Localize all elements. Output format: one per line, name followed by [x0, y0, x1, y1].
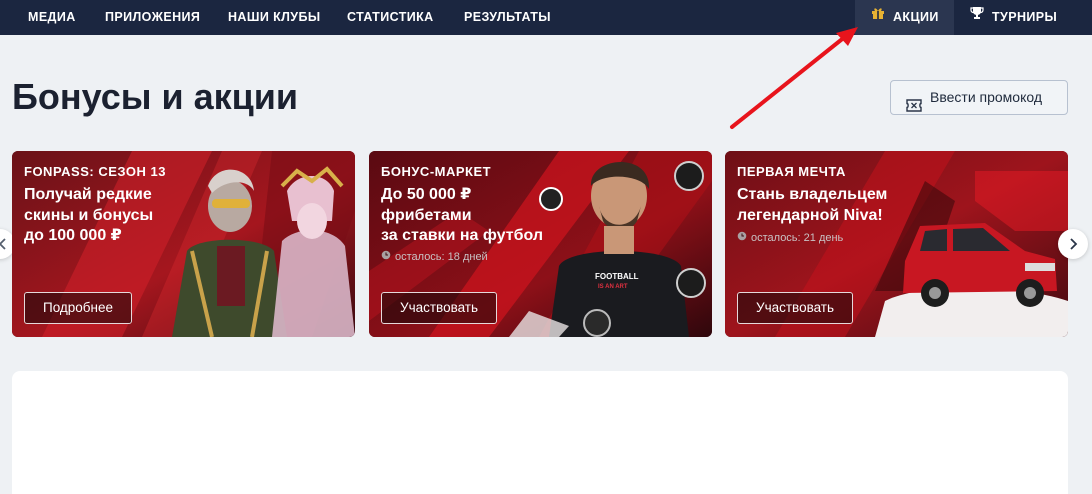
enter-promocode-button[interactable]: Ввести промокод: [890, 80, 1068, 115]
headline-line: скины и бонусы: [24, 206, 154, 224]
clock-icon: [381, 250, 391, 263]
nav-item-apps[interactable]: ПРИЛОЖЕНИЯ: [105, 0, 200, 35]
card-tag: ПЕРВАЯ МЕЧТА: [737, 164, 846, 179]
shirt-text-1: FOOTBALL: [595, 272, 639, 281]
card-headline: Стань владельцем легендарной Niva!: [737, 185, 887, 226]
gift-icon: [871, 0, 885, 34]
card-headline: До 50 000 ₽ фрибетами за ставки на футбо…: [381, 185, 543, 247]
promo-button-label: Ввести промокод: [930, 89, 1043, 105]
headline-line: фрибетами: [381, 206, 472, 224]
headline-line: легендарной Niva!: [737, 206, 883, 224]
nav-item-statistics[interactable]: СТАТИСТИКА: [347, 0, 434, 35]
card-timer: осталось: 21 день: [737, 231, 844, 244]
trophy-icon: [970, 0, 984, 34]
nav-tournaments-label: ТУРНИРЫ: [992, 10, 1058, 24]
nav-item-promotions[interactable]: АКЦИИ: [855, 0, 954, 35]
nav-item-our-clubs[interactable]: НАШИ КЛУБЫ: [228, 0, 320, 35]
card-tag: БОНУС-МАРКЕТ: [381, 164, 492, 179]
promo-card-fonpass[interactable]: FONPASS: СЕЗОН 13 Получай редкие скины и…: [12, 151, 355, 337]
promo-card-bonus-market[interactable]: FOOTBALL IS AN ART БОНУС-МАРКЕТ До 50 00…: [369, 151, 712, 337]
shirt-text-2: IS AN ART: [598, 284, 628, 290]
participate-button[interactable]: Участвовать: [381, 292, 498, 324]
promo-card-niva[interactable]: ПЕРВАЯ МЕЧТА Стань владельцем легендарно…: [725, 151, 1068, 337]
participate-button[interactable]: Участвовать: [737, 292, 854, 324]
headline-line: за ставки на футбол: [381, 227, 543, 244]
headline-line: Стань владельцем: [737, 186, 888, 203]
content-panel: [12, 371, 1068, 494]
top-nav: МЕДИА ПРИЛОЖЕНИЯ НАШИ КЛУБЫ СТАТИСТИКА Р…: [0, 0, 1092, 35]
headline-line: до 100 000 ₽: [24, 227, 122, 244]
nav-promotions-label: АКЦИИ: [893, 10, 939, 24]
nav-item-results[interactable]: РЕЗУЛЬТАТЫ: [464, 0, 551, 35]
card-timer: осталось: 18 дней: [381, 250, 488, 263]
card-headline: Получай редкие скины и бонусы до 100 000…: [24, 185, 153, 247]
nav-item-tournaments[interactable]: ТУРНИРЫ: [970, 0, 1057, 35]
page-title: Бонусы и акции: [12, 76, 299, 117]
timer-text: осталось: 21 день: [751, 232, 844, 244]
timer-text: осталось: 18 дней: [395, 251, 488, 263]
chevron-right-icon: [1070, 238, 1078, 250]
chevron-left-icon: [0, 238, 6, 250]
card-tag: FONPASS: СЕЗОН 13: [24, 164, 166, 179]
clock-icon: [737, 231, 747, 244]
details-button[interactable]: Подробнее: [24, 292, 133, 324]
headline-line: До 50 000 ₽: [381, 186, 472, 203]
headline-line: Получай редкие: [24, 186, 152, 203]
ticket-icon: [906, 91, 922, 124]
carousel-next-button[interactable]: [1058, 229, 1088, 259]
nav-item-media[interactable]: МЕДИА: [28, 0, 76, 35]
